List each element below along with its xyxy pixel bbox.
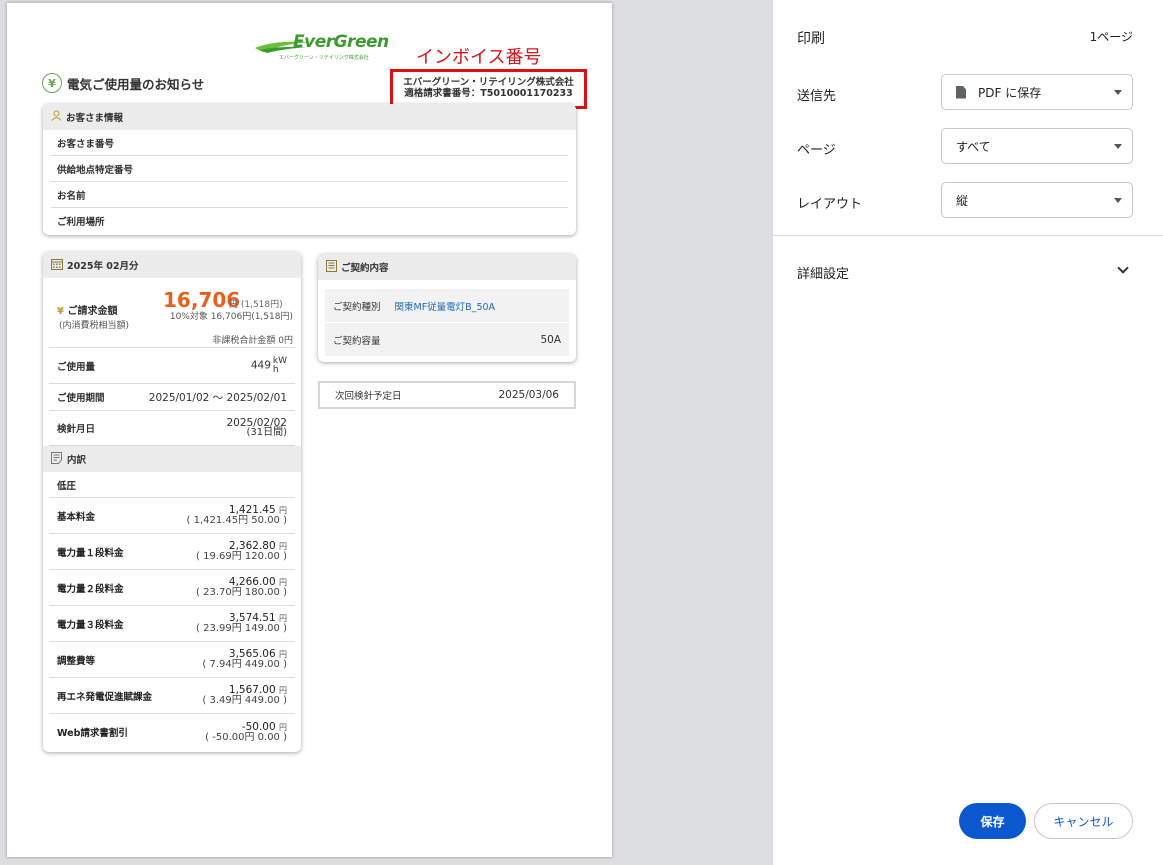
tax-target-text: 10%対象 16,706円(1,518円) xyxy=(169,312,293,322)
fee-detail: ( 23.70円 180.00 ) xyxy=(196,587,287,598)
registration-number: 適格請求書番号：T5010001170233 xyxy=(404,88,573,99)
contract-header: ご契約内容 xyxy=(318,254,576,280)
dropdown-arrow-icon xyxy=(1114,198,1122,203)
billing-card: 2025年 02月分 ¥ ご請求金額 (内消費税相当額) 16,706 円 (1… xyxy=(43,252,301,752)
fee-detail: ( 7.94円 449.00 ) xyxy=(202,659,287,670)
meter-date-row: 検針月日 2025/02/02 (31日間) xyxy=(49,411,295,446)
dropdown-arrow-icon xyxy=(1114,90,1122,95)
layout-select[interactable]: 縦 xyxy=(941,182,1133,218)
next-reading-date: 2025/03/06 xyxy=(498,389,559,401)
document-list-icon xyxy=(51,451,62,467)
usage-period-value: 2025/01/02 ～ 2025/02/01 xyxy=(148,391,287,404)
yen-circle-icon: ¥ xyxy=(42,73,62,93)
next-reading-box: 次回検針予定日 2025/03/06 xyxy=(318,381,576,409)
billing-amount-label: ¥ ご請求金額 xyxy=(57,306,118,317)
document-title: ¥ 電気ご使用量のお知らせ xyxy=(42,73,204,93)
page-count: 1ページ xyxy=(1089,30,1133,44)
customer-info-card: お客さま情報 お客さま番号 供給地点特定番号 お名前 ご利用場所 xyxy=(43,104,576,235)
billing-month-header: 2025年 02月分 xyxy=(43,252,301,278)
fee-row: 再エネ発電促進賦課金 1,567.00 円( 3.49円 449.00 ) xyxy=(49,678,295,714)
contract-type-row: ご契約種別 関東MF従量電灯B_50A xyxy=(325,289,569,323)
fee-label: Web請求書割引 xyxy=(57,728,128,739)
company-name: エバーグリーン・リテイリング株式会社 xyxy=(403,77,574,88)
usage-period-row: ご使用期間 2025/01/02 ～ 2025/02/01 xyxy=(49,384,295,411)
print-settings-panel: 印刷 1ページ 送信先 PDF に保存 ページ すべて レイアウト 縦 詳細設定… xyxy=(773,0,1163,865)
fee-detail: ( 23.99円 149.00 ) xyxy=(196,623,287,634)
fee-detail: ( 1,421.45円 50.00 ) xyxy=(186,515,288,526)
logo-text: EverGreen xyxy=(293,32,389,52)
fee-label: 電力量２段料金 xyxy=(57,583,124,595)
fee-row: 基本料金 1,421.45 円( 1,421.45円 50.00 ) xyxy=(49,498,295,534)
tax-free-text: 非課税合計金額 0円 xyxy=(212,336,293,346)
name-row: お名前 xyxy=(51,182,568,208)
pages-select[interactable]: すべて xyxy=(941,128,1133,164)
person-icon xyxy=(51,110,62,124)
fee-label: 電力量３段料金 xyxy=(57,619,124,631)
company-info-box: エバーグリーン・リテイリング株式会社 適格請求書番号：T501000117023… xyxy=(390,69,587,109)
cancel-button[interactable]: キャンセル xyxy=(1034,803,1133,839)
fee-amount: -50.00 xyxy=(241,720,276,733)
fee-row: Web請求書割引 -50.00 円( -50.00円 0.00 ) xyxy=(57,720,287,743)
location-row: ご利用場所 xyxy=(57,217,105,228)
clipboard-icon xyxy=(326,259,337,275)
supply-point-row: 供給地点特定番号 xyxy=(51,156,568,182)
panel-divider xyxy=(773,235,1163,236)
breakdown-header: 内訳 xyxy=(43,446,301,472)
meter-days-value: (31日間) xyxy=(246,427,287,438)
more-settings-toggle[interactable]: 詳細設定 xyxy=(797,263,849,282)
customer-info-header: お客さま情報 xyxy=(43,104,576,130)
destination-select[interactable]: PDF に保存 xyxy=(941,74,1133,110)
contract-capacity-row: ご契約容量 50A xyxy=(325,323,569,357)
fee-row: 電力量２段料金 4,266.00 円( 23.70円 180.00 ) xyxy=(49,570,295,606)
fee-label: 再エネ発電促進賦課金 xyxy=(57,691,153,703)
fee-label: 電力量１段料金 xyxy=(57,547,124,559)
fee-detail: ( -50.00円 0.00 ) xyxy=(205,731,287,743)
fee-detail: ( 19.69円 120.00 ) xyxy=(196,551,287,562)
usage-row: ご使用量 449 kW h xyxy=(49,348,295,384)
fee-list: 基本料金 1,421.45 円( 1,421.45円 50.00 ) 電力量１段料金… xyxy=(43,498,301,750)
destination-label: 送信先 xyxy=(797,89,837,104)
customer-number-row: お客さま番号 xyxy=(51,130,568,156)
fee-detail: ( 3.49円 449.00 ) xyxy=(202,695,287,706)
fee-row: 電力量１段料金 2,362.80 円( 19.69円 120.00 ) xyxy=(49,534,295,570)
layout-label: レイアウト xyxy=(797,197,863,212)
contract-card: ご契約内容 ご契約種別 関東MF従量電灯B_50A ご契約容量 50A xyxy=(318,254,576,362)
print-title: 印刷 xyxy=(797,31,825,47)
pages-label: ページ xyxy=(797,143,836,158)
contract-type-link[interactable]: 関東MF従量電灯B_50A xyxy=(395,302,496,313)
document-title-text: 電気ご使用量のお知らせ xyxy=(67,76,205,92)
print-preview-area: EverGreen エバーグリーン・リテイリング株式会社 インボイス番号 エバー… xyxy=(0,0,773,865)
voltage-type: 低圧 xyxy=(49,472,295,498)
save-button[interactable]: 保存 xyxy=(959,803,1026,839)
yen-icon: ¥ xyxy=(57,306,64,317)
fee-row: 調整費等 3,565.06 円( 7.94円 449.00 ) xyxy=(49,642,295,678)
billing-amount-section: ¥ ご請求金額 (内消費税相当額) 16,706 円 (1,518円) 10%対… xyxy=(49,278,295,348)
fee-row: 電力量３段料金 3,574.51 円( 23.99円 149.00 ) xyxy=(49,606,295,642)
fee-label: 基本料金 xyxy=(57,511,96,523)
tax-included-label: (内消費税相当額) xyxy=(59,321,130,331)
dropdown-arrow-icon xyxy=(1114,144,1122,149)
invoice-number-annotation: インボイス番号 xyxy=(416,47,542,68)
evergreen-logo: EverGreen エバーグリーン・リテイリング株式会社 xyxy=(253,30,389,66)
calendar-icon xyxy=(51,258,63,273)
file-icon xyxy=(956,85,966,99)
fee-label: 調整費等 xyxy=(57,655,96,667)
contract-capacity-value: 50A xyxy=(540,333,561,346)
billing-amount-unit: 円 (1,518円) xyxy=(229,300,283,310)
preview-page: EverGreen エバーグリーン・リテイリング株式会社 インボイス番号 エバー… xyxy=(7,3,612,857)
usage-value: 449 xyxy=(250,359,271,371)
chevron-down-icon[interactable] xyxy=(1117,262,1129,274)
logo-subtext: エバーグリーン・リテイリング株式会社 xyxy=(279,55,369,61)
